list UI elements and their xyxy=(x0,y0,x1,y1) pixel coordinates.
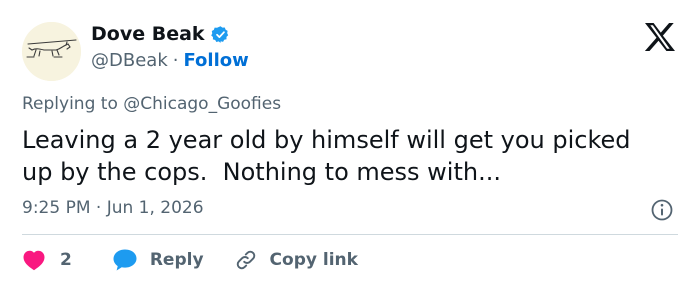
reply-label: Reply xyxy=(149,250,204,270)
tweet-timestamp[interactable]: 9:25 PM · Jun 1, 2026 xyxy=(22,198,204,218)
speech-bubble-icon xyxy=(113,249,137,271)
separator-dot: · xyxy=(172,49,179,71)
copy-link-button[interactable]: Copy link xyxy=(234,248,358,272)
like-button[interactable]: 2 xyxy=(22,249,72,271)
user-handle[interactable]: @DBeak xyxy=(91,50,168,71)
verified-badge-icon xyxy=(210,25,228,43)
name-row: Dove Beak xyxy=(91,22,230,46)
divider xyxy=(22,234,678,235)
follow-button[interactable]: Follow xyxy=(183,50,248,71)
reply-mention-link[interactable]: @Chicago_Goofies xyxy=(123,94,281,114)
link-icon xyxy=(236,250,255,270)
x-logo-icon[interactable] xyxy=(644,22,676,52)
handle-row: @DBeak · Follow xyxy=(91,48,249,72)
replying-prefix: Replying to xyxy=(22,94,124,114)
display-name[interactable]: Dove Beak xyxy=(91,23,205,45)
avatar[interactable] xyxy=(22,22,81,81)
tweet-card: Dove Beak @DBeak · Follow Replying to @C… xyxy=(0,0,700,287)
heart-icon xyxy=(23,250,45,271)
reply-button[interactable]: Reply xyxy=(112,248,204,272)
like-count: 2 xyxy=(60,250,72,270)
replying-to: Replying to @Chicago_Goofies xyxy=(22,94,281,114)
action-bar: 2 Reply Copy link xyxy=(22,246,358,274)
info-icon[interactable] xyxy=(650,198,674,222)
dog-sketch-avatar-icon xyxy=(22,22,81,81)
tweet-text: Leaving a 2 year old by himself will get… xyxy=(22,126,631,186)
copy-link-label: Copy link xyxy=(269,250,358,270)
